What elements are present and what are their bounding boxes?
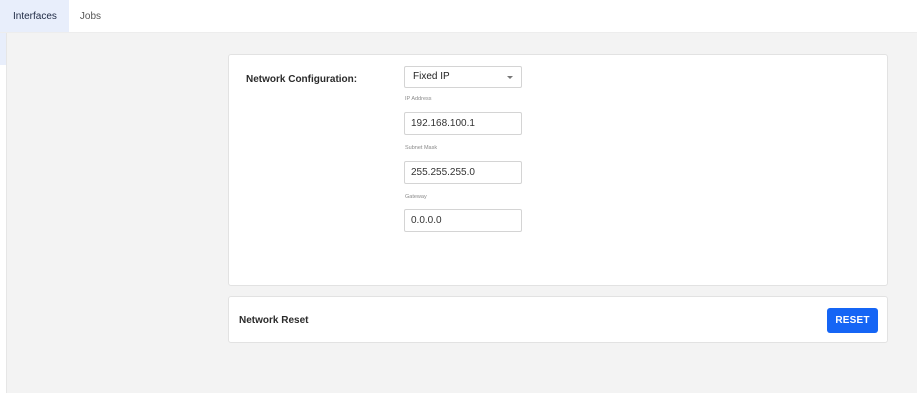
ip-address-field[interactable]: 192.168.100.1 (404, 112, 522, 135)
chevron-down-icon (507, 76, 513, 79)
network-mode-value: Fixed IP (413, 71, 450, 82)
network-mode-select[interactable]: Fixed IP (404, 66, 522, 88)
subnet-mask-label: Subnet Mask (405, 145, 438, 151)
gateway-field[interactable]: 0.0.0.0 (404, 209, 522, 232)
network-reset-card: Network Reset RESET (228, 296, 888, 343)
ip-address-label: IP Address (405, 96, 432, 102)
gateway-label: Gateway (405, 194, 427, 200)
tab-jobs[interactable]: Jobs (69, 0, 112, 32)
network-configuration-card: Network Configuration: Fixed IP IP Addre… (228, 54, 888, 286)
network-reset-label: Network Reset (239, 315, 309, 326)
tab-bar: Interfaces Jobs (0, 0, 917, 33)
network-configuration-label: Network Configuration: (246, 74, 358, 85)
reset-button[interactable]: RESET (827, 308, 878, 333)
tab-interfaces[interactable]: Interfaces (0, 0, 69, 32)
subnet-mask-field[interactable]: 255.255.255.0 (404, 161, 522, 184)
